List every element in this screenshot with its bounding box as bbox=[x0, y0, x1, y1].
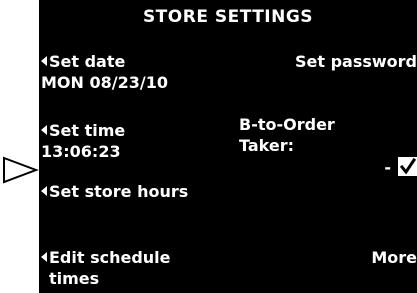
current-date-value: MON 08/23/10 bbox=[41, 73, 168, 92]
edit-schedule-label: Edit schedule bbox=[49, 248, 171, 267]
more-button[interactable]: More bbox=[371, 248, 417, 268]
set-password-button[interactable]: Set password bbox=[295, 52, 417, 72]
set-store-hours-label: Set store hours bbox=[49, 182, 189, 201]
taker-label: Taker: bbox=[239, 136, 294, 155]
b-to-order-label: B-to-Order bbox=[239, 115, 335, 134]
current-time-value: 13:06:23 bbox=[41, 142, 121, 161]
edit-schedule-times-button[interactable]: Edit schedule bbox=[41, 248, 171, 268]
edit-schedule-label-line2: times bbox=[49, 269, 100, 288]
display-screen: STORE SETTINGS Set date MON 08/23/10 Set… bbox=[39, 0, 417, 293]
set-time-label: Set time bbox=[49, 121, 126, 140]
left-arrow-icon bbox=[41, 125, 47, 135]
checkmark-icon bbox=[399, 157, 417, 175]
left-arrow-icon bbox=[41, 252, 47, 262]
b-to-order-checkbox[interactable] bbox=[398, 157, 417, 176]
set-date-label: Set date bbox=[49, 52, 126, 71]
left-arrow-icon bbox=[41, 56, 47, 66]
left-arrow-icon bbox=[41, 186, 47, 196]
set-store-hours-button[interactable]: Set store hours bbox=[41, 182, 188, 202]
b-to-order-dash: - bbox=[384, 158, 391, 177]
selection-pointer-icon bbox=[3, 156, 39, 184]
set-time-button[interactable]: Set time bbox=[41, 121, 125, 141]
screen-title: STORE SETTINGS bbox=[142, 7, 314, 27]
set-date-button[interactable]: Set date bbox=[41, 52, 125, 72]
